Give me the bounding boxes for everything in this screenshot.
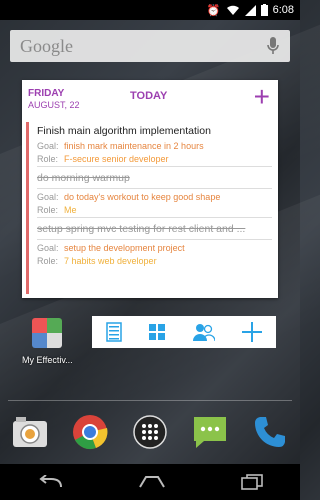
date-label: AUGUST, 22 — [28, 100, 80, 110]
phone-app-icon[interactable] — [250, 412, 290, 452]
task-role: F-secure senior developer — [64, 153, 169, 164]
list-item[interactable]: setup spring mvc testing for rest client… — [37, 220, 272, 238]
wifi-icon — [226, 5, 239, 15]
clock-time: 6:08 — [272, 4, 294, 16]
app-shortcut-label[interactable]: My Effectiv... — [22, 355, 73, 365]
signal-icon — [244, 4, 256, 16]
task-role: Me — [64, 204, 77, 215]
role-label: Role: — [37, 153, 59, 164]
goal-label: Goal: — [37, 141, 59, 151]
divider — [37, 166, 272, 167]
google-search-bar[interactable]: Google — [10, 30, 290, 62]
navigation-bar — [0, 464, 300, 500]
home-icon[interactable] — [138, 475, 166, 489]
task-role: 7 habits web developer — [64, 255, 157, 266]
add-task-icon[interactable]: + — [254, 83, 270, 111]
people-icon[interactable] — [192, 323, 215, 341]
camera-app-icon[interactable] — [10, 412, 50, 452]
my-effective-app-icon[interactable] — [32, 318, 62, 348]
divider — [37, 217, 272, 218]
list-item[interactable]: Goal: setup the development project Role:… — [37, 242, 272, 267]
role-label: Role: — [37, 204, 59, 215]
list-item[interactable]: do morning warmup — [37, 169, 272, 187]
list-view-icon[interactable] — [106, 322, 122, 342]
back-icon[interactable] — [37, 475, 63, 489]
today-widget: FRIDAY AUGUST, 22 TODAY + Finish main al… — [22, 80, 278, 298]
task-title[interactable]: do morning warmup — [37, 169, 272, 187]
task-list: Finish main algorithm implementation Goa… — [26, 122, 272, 294]
status-bar: ⏰ 6:08 — [0, 0, 300, 20]
battery-icon — [260, 4, 268, 16]
quick-actions-widget — [92, 316, 276, 348]
dock-divider — [8, 400, 292, 401]
widget-header: FRIDAY AUGUST, 22 TODAY + — [22, 80, 278, 116]
goal-label: Goal: — [37, 192, 59, 202]
grid-view-icon[interactable] — [149, 324, 166, 340]
role-label: Role: — [37, 255, 59, 266]
add-icon[interactable] — [242, 322, 263, 342]
recent-apps-icon[interactable] — [240, 474, 263, 490]
google-logo: Google — [20, 35, 73, 56]
app-drawer-icon[interactable] — [130, 412, 170, 452]
dock — [0, 410, 300, 454]
task-title[interactable]: Finish main algorithm implementation — [37, 122, 272, 140]
list-item[interactable]: Finish main algorithm implementation Goa… — [37, 122, 272, 165]
goal-label: Goal: — [37, 243, 59, 253]
task-title[interactable]: setup spring mvc testing for rest client… — [37, 220, 272, 238]
alarm-icon: ⏰ — [206, 4, 221, 17]
chrome-app-icon[interactable] — [70, 412, 110, 452]
divider — [37, 239, 272, 240]
day-of-week: FRIDAY — [28, 88, 65, 99]
messaging-app-icon[interactable] — [190, 412, 230, 452]
list-item[interactable]: Goal: do today's workout to keep good sha… — [37, 191, 272, 216]
task-goal: do today's workout to keep good shape — [64, 192, 221, 202]
task-goal: setup the development project — [64, 243, 185, 253]
microphone-icon[interactable] — [266, 36, 280, 56]
divider — [37, 188, 272, 189]
widget-title[interactable]: TODAY — [130, 90, 167, 102]
task-goal: finish mark maintenance in 2 hours — [64, 141, 204, 151]
